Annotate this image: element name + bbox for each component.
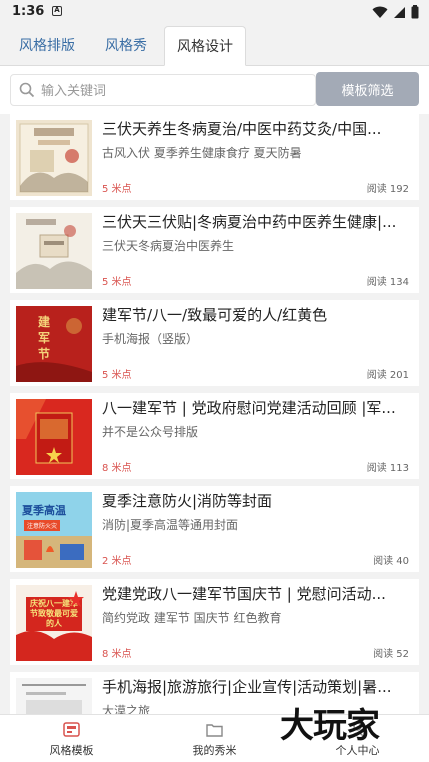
nav-style-templates[interactable]: 风格模板: [0, 715, 143, 762]
card-points: 5 米点: [102, 184, 132, 195]
card-read-count: 阅读 52: [373, 649, 409, 660]
card-subtitle: 消防|夏季高温等通用封面: [102, 518, 239, 532]
tab-style-layout[interactable]: 风格排版: [6, 26, 88, 66]
card-read-count: 阅读 113: [366, 463, 409, 474]
template-filter-button[interactable]: 模板筛选: [316, 72, 419, 106]
card-title: 八一建军节 | 党政府慰问党建活动回顾 |军...: [102, 399, 396, 417]
card-subtitle: 手机海报（竖版）: [102, 332, 199, 346]
card-subtitle: 并不是公众号排版: [102, 425, 199, 439]
card-title: 党建党政八一建军节国庆节 | 党慰问活动...: [102, 585, 386, 603]
nav-label: 我的秀米: [192, 744, 237, 757]
wifi-icon: [372, 6, 388, 18]
card-subtitle: 简约党政 建军节 国庆节 红色教育: [102, 611, 282, 625]
search-icon: [19, 82, 35, 98]
card-points: 2 米点: [102, 556, 132, 567]
card-title: 手机海报|旅游旅行|企业宣传|活动策划|暑...: [102, 678, 392, 696]
card-points: 8 米点: [102, 649, 132, 660]
status-time: 1:36: [12, 4, 45, 19]
tab-style-show[interactable]: 风格秀: [88, 26, 164, 66]
search-box: [10, 74, 316, 106]
card-points: 5 米点: [102, 277, 132, 288]
card-title: 三伏天养生冬病夏治/中医中药艾灸/中国...: [102, 120, 382, 138]
nav-label: 风格模板: [49, 744, 94, 757]
watermark-logo: 大玩家: [280, 706, 380, 746]
folder-icon: [206, 724, 223, 737]
list-item[interactable]: 八一建军节 | 党政府慰问党建活动回顾 |军... 并不是公众号排版 8 米点 …: [10, 393, 419, 479]
card-points: 8 米点: [102, 463, 132, 474]
card-title: 夏季注意防火|消防等封面: [102, 492, 273, 510]
thumbnail-image: [16, 399, 92, 475]
notification-icon: A: [52, 6, 62, 16]
card-read-count: 阅读 40: [373, 556, 409, 567]
card-read-count: 阅读 192: [366, 184, 409, 195]
tab-style-design[interactable]: 风格设计: [164, 26, 246, 66]
battery-icon: [411, 5, 419, 19]
thumbnail-image: [16, 678, 92, 714]
list-item[interactable]: 三伏天三伏贴|冬病夏治中药中医养生健康|... 三伏天冬病夏治中医养生 5 米点…: [10, 207, 419, 293]
card-read-count: 阅读 201: [366, 370, 409, 381]
thumbnail-image: 庆祝八一建军节致敬最可爱的人: [16, 585, 92, 661]
signal-icon: [394, 6, 405, 18]
thumbnail-image: [16, 120, 92, 196]
thumbnail-image: 建军节: [16, 306, 92, 382]
list-item[interactable]: 三伏天养生冬病夏治/中医中药艾灸/中国... 古风入伏 夏季养生健康食疗 夏天防…: [10, 114, 419, 200]
search-input[interactable]: [41, 81, 311, 101]
card-points: 5 米点: [102, 370, 132, 381]
card-title: 三伏天三伏贴|冬病夏治中药中医养生健康|...: [102, 213, 397, 231]
list-item[interactable]: 夏季高温 注意防火灾 夏季注意防火|消防等封面 消防|夏季高温等通用封面 2 米…: [10, 486, 419, 572]
template-icon: [63, 722, 80, 737]
list-item[interactable]: 庆祝八一建军节致敬最可爱的人 党建党政八一建军节国庆节 | 党慰问活动... 简…: [10, 579, 419, 665]
thumbnail-image: [16, 213, 92, 289]
card-read-count: 阅读 134: [366, 277, 409, 288]
nav-my-xiumi[interactable]: 我的秀米: [143, 715, 286, 762]
status-bar: 1:36 A: [0, 0, 429, 24]
list-item[interactable]: 建军节 建军节/八一/致最可爱的人/红黄色 手机海报（竖版） 5 米点 阅读 2…: [10, 300, 419, 386]
card-subtitle: 古风入伏 夏季养生健康食疗 夏天防暑: [102, 146, 302, 160]
card-subtitle: 三伏天冬病夏治中医养生: [102, 239, 235, 253]
search-row: 模板筛选: [0, 66, 429, 114]
thumbnail-image: 夏季高温 注意防火灾: [16, 492, 92, 568]
card-title: 建军节/八一/致最可爱的人/红黄色: [102, 306, 328, 324]
status-icons: [372, 5, 419, 19]
top-tab-bar: 风格排版 风格秀 风格设计: [0, 26, 429, 66]
